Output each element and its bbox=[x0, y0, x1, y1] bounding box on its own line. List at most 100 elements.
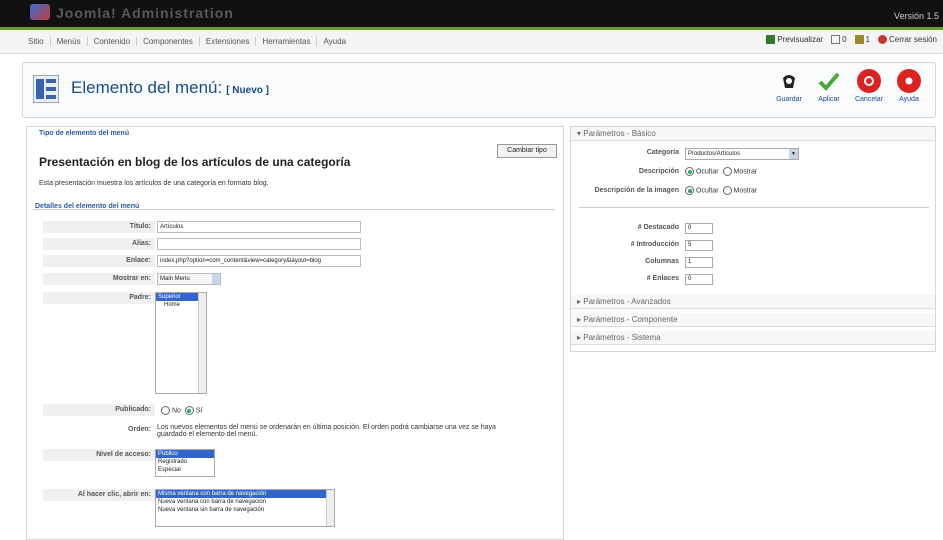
access-option[interactable]: Especial bbox=[156, 466, 214, 474]
chevron-down-icon: ▼ bbox=[789, 149, 798, 159]
menu-manager-icon bbox=[33, 75, 59, 103]
menu-type-description: Esta presentación muestra los artículos … bbox=[39, 180, 269, 187]
menu-herramientas[interactable]: Herramientas bbox=[256, 37, 318, 46]
params-system-title: Parámetros - Sistema bbox=[583, 333, 661, 342]
description-show-radio[interactable] bbox=[722, 167, 732, 176]
preview-label: Previsualizar bbox=[777, 35, 824, 44]
preview-link[interactable]: Previsualizar bbox=[766, 35, 824, 45]
help-button[interactable]: Ayuda bbox=[891, 69, 927, 103]
page-subtitle: [ Nuevo ] bbox=[226, 85, 269, 96]
menu-extensiones[interactable]: Extensiones bbox=[200, 37, 257, 46]
desc-image-show-radio[interactable] bbox=[722, 186, 732, 195]
admin-logo-text: Joomla! Administration bbox=[56, 5, 234, 21]
desc-image-hide-label: Ocultar bbox=[696, 187, 719, 195]
params-component-header[interactable]: ▸ Parámetros - Componente bbox=[571, 313, 935, 327]
messages-count: 0 bbox=[842, 35, 847, 44]
menu-sitio[interactable]: Sitio bbox=[22, 37, 51, 46]
desc-image-label: Descripción de la imagen bbox=[594, 187, 679, 194]
intro-input[interactable]: 5 bbox=[685, 240, 713, 251]
parent-scrollbar[interactable] bbox=[198, 293, 206, 393]
menu-ayuda[interactable]: Ayuda bbox=[317, 37, 352, 46]
click-target-listbox[interactable]: Misma ventana con barra de navegación Nu… bbox=[155, 489, 335, 527]
description-hide-radio[interactable] bbox=[685, 167, 694, 176]
access-listbox[interactable]: Público Registrado Especial bbox=[155, 449, 215, 477]
click-target-option[interactable]: Misma ventana con barra de navegación bbox=[156, 490, 334, 498]
link-label: Enlace: bbox=[43, 255, 155, 267]
category-select[interactable]: Productos/Artículos ▼ bbox=[685, 148, 799, 160]
click-target-label: Al hacer clic, abrir en: bbox=[43, 489, 155, 501]
lifebuoy-icon bbox=[897, 69, 921, 93]
display-select[interactable]: Main Menu bbox=[157, 273, 221, 285]
page-title-text: Elemento del menú: bbox=[71, 78, 223, 97]
users-icon bbox=[854, 35, 864, 45]
columns-label: Columnas bbox=[645, 258, 679, 265]
parent-listbox[interactable]: Superior Home bbox=[155, 292, 207, 394]
params-basic-title: Parámetros - Básico bbox=[583, 129, 656, 138]
published-radio-group: No Sí bbox=[159, 406, 203, 415]
chevron-down-icon bbox=[212, 274, 220, 284]
save-icon bbox=[777, 69, 801, 93]
description-radio-group: Ocultar Mostrar bbox=[683, 167, 757, 176]
menu-item-form: Tipo de elemento del menú Cambiar tipo P… bbox=[26, 126, 564, 540]
click-target-scrollbar[interactable] bbox=[326, 490, 334, 526]
menu-menus[interactable]: Menús bbox=[51, 37, 88, 46]
menu-type-title: Presentación en blog de los artículos de… bbox=[39, 155, 351, 169]
main-menu-bar: Sitio Menús Contenido Componentes Extens… bbox=[0, 30, 943, 54]
published-yes-radio[interactable] bbox=[184, 406, 194, 415]
published-no-radio[interactable] bbox=[161, 406, 170, 415]
users-link[interactable]: 1 bbox=[854, 35, 870, 45]
apply-button[interactable]: Aplicar bbox=[811, 69, 847, 103]
cancel-icon bbox=[857, 69, 881, 93]
menu-componentes[interactable]: Componentes bbox=[137, 37, 200, 46]
change-type-button[interactable]: Cambiar tipo bbox=[497, 144, 557, 158]
description-label: Descripción bbox=[638, 168, 679, 175]
links-input[interactable]: 0 bbox=[685, 274, 713, 285]
page-header: Elemento del menú:[ Nuevo ] Guardar Apli… bbox=[22, 62, 936, 118]
messages-link[interactable]: 0 bbox=[831, 35, 847, 45]
cancel-label: Cancelar bbox=[854, 96, 883, 103]
order-note-line2: guardado el elemento del menú. bbox=[157, 431, 258, 438]
click-target-option[interactable]: Nueva ventana sin barra de navegación bbox=[156, 506, 334, 514]
desc-image-show-label: Mostrar bbox=[733, 187, 758, 195]
links-label: # Enlaces bbox=[646, 275, 679, 282]
checkmark-icon bbox=[817, 69, 841, 93]
page-title: Elemento del menú:[ Nuevo ] bbox=[71, 78, 269, 98]
version-label: Versión 1.5 bbox=[893, 11, 939, 21]
access-option[interactable]: Público bbox=[156, 450, 214, 458]
display-select-value: Main Menu bbox=[160, 276, 190, 282]
intro-label: # Introducción bbox=[630, 241, 679, 248]
desc-image-radio-group: Ocultar Mostrar bbox=[683, 186, 757, 195]
columns-input[interactable]: 1 bbox=[685, 257, 713, 268]
click-target-option[interactable]: Nueva ventana con barra de navegación bbox=[156, 498, 334, 506]
alias-label: Alias: bbox=[43, 238, 155, 250]
parameters-panel: ▾ Parámetros - Básico Categoría Producto… bbox=[570, 126, 936, 352]
save-label: Guardar bbox=[776, 96, 802, 103]
alias-input[interactable] bbox=[157, 238, 361, 250]
published-yes-label: Sí bbox=[195, 407, 203, 415]
save-button[interactable]: Guardar bbox=[771, 69, 807, 103]
display-label: Mostrar en: bbox=[43, 273, 155, 285]
preview-icon bbox=[766, 35, 776, 45]
parent-label: Padre: bbox=[43, 292, 155, 304]
logout-label: Cerrar sesión bbox=[888, 35, 937, 44]
message-icon bbox=[831, 35, 841, 45]
title-input[interactable]: Artículos bbox=[157, 221, 361, 233]
action-toolbar: Guardar Aplicar Cancelar Ayuda bbox=[771, 69, 927, 103]
access-option[interactable]: Registrado bbox=[156, 458, 214, 466]
featured-input[interactable]: 0 bbox=[685, 223, 713, 234]
category-label: Categoría bbox=[646, 149, 679, 156]
order-label: Orden: bbox=[43, 424, 155, 436]
category-select-value: Productos/Artículos bbox=[688, 151, 741, 157]
params-system-header[interactable]: ▸ Parámetros - Sistema bbox=[571, 331, 935, 345]
logout-link[interactable]: Cerrar sesión bbox=[877, 35, 937, 45]
details-divider bbox=[33, 209, 555, 210]
cancel-button[interactable]: Cancelar bbox=[851, 69, 887, 103]
menu-type-legend: Tipo de elemento del menú bbox=[39, 130, 130, 137]
menu-contenido[interactable]: Contenido bbox=[88, 37, 138, 46]
desc-image-hide-radio[interactable] bbox=[685, 186, 694, 195]
params-basic-header[interactable]: ▾ Parámetros - Básico bbox=[571, 127, 935, 141]
link-input[interactable]: index.php?option=com_content&view=catego… bbox=[157, 255, 361, 267]
featured-label: # Destacado bbox=[637, 224, 679, 231]
order-note: Los nuevos elementos del menú se ordenar… bbox=[157, 424, 496, 438]
params-advanced-header[interactable]: ▸ Parámetros - Avanzados bbox=[571, 295, 935, 309]
